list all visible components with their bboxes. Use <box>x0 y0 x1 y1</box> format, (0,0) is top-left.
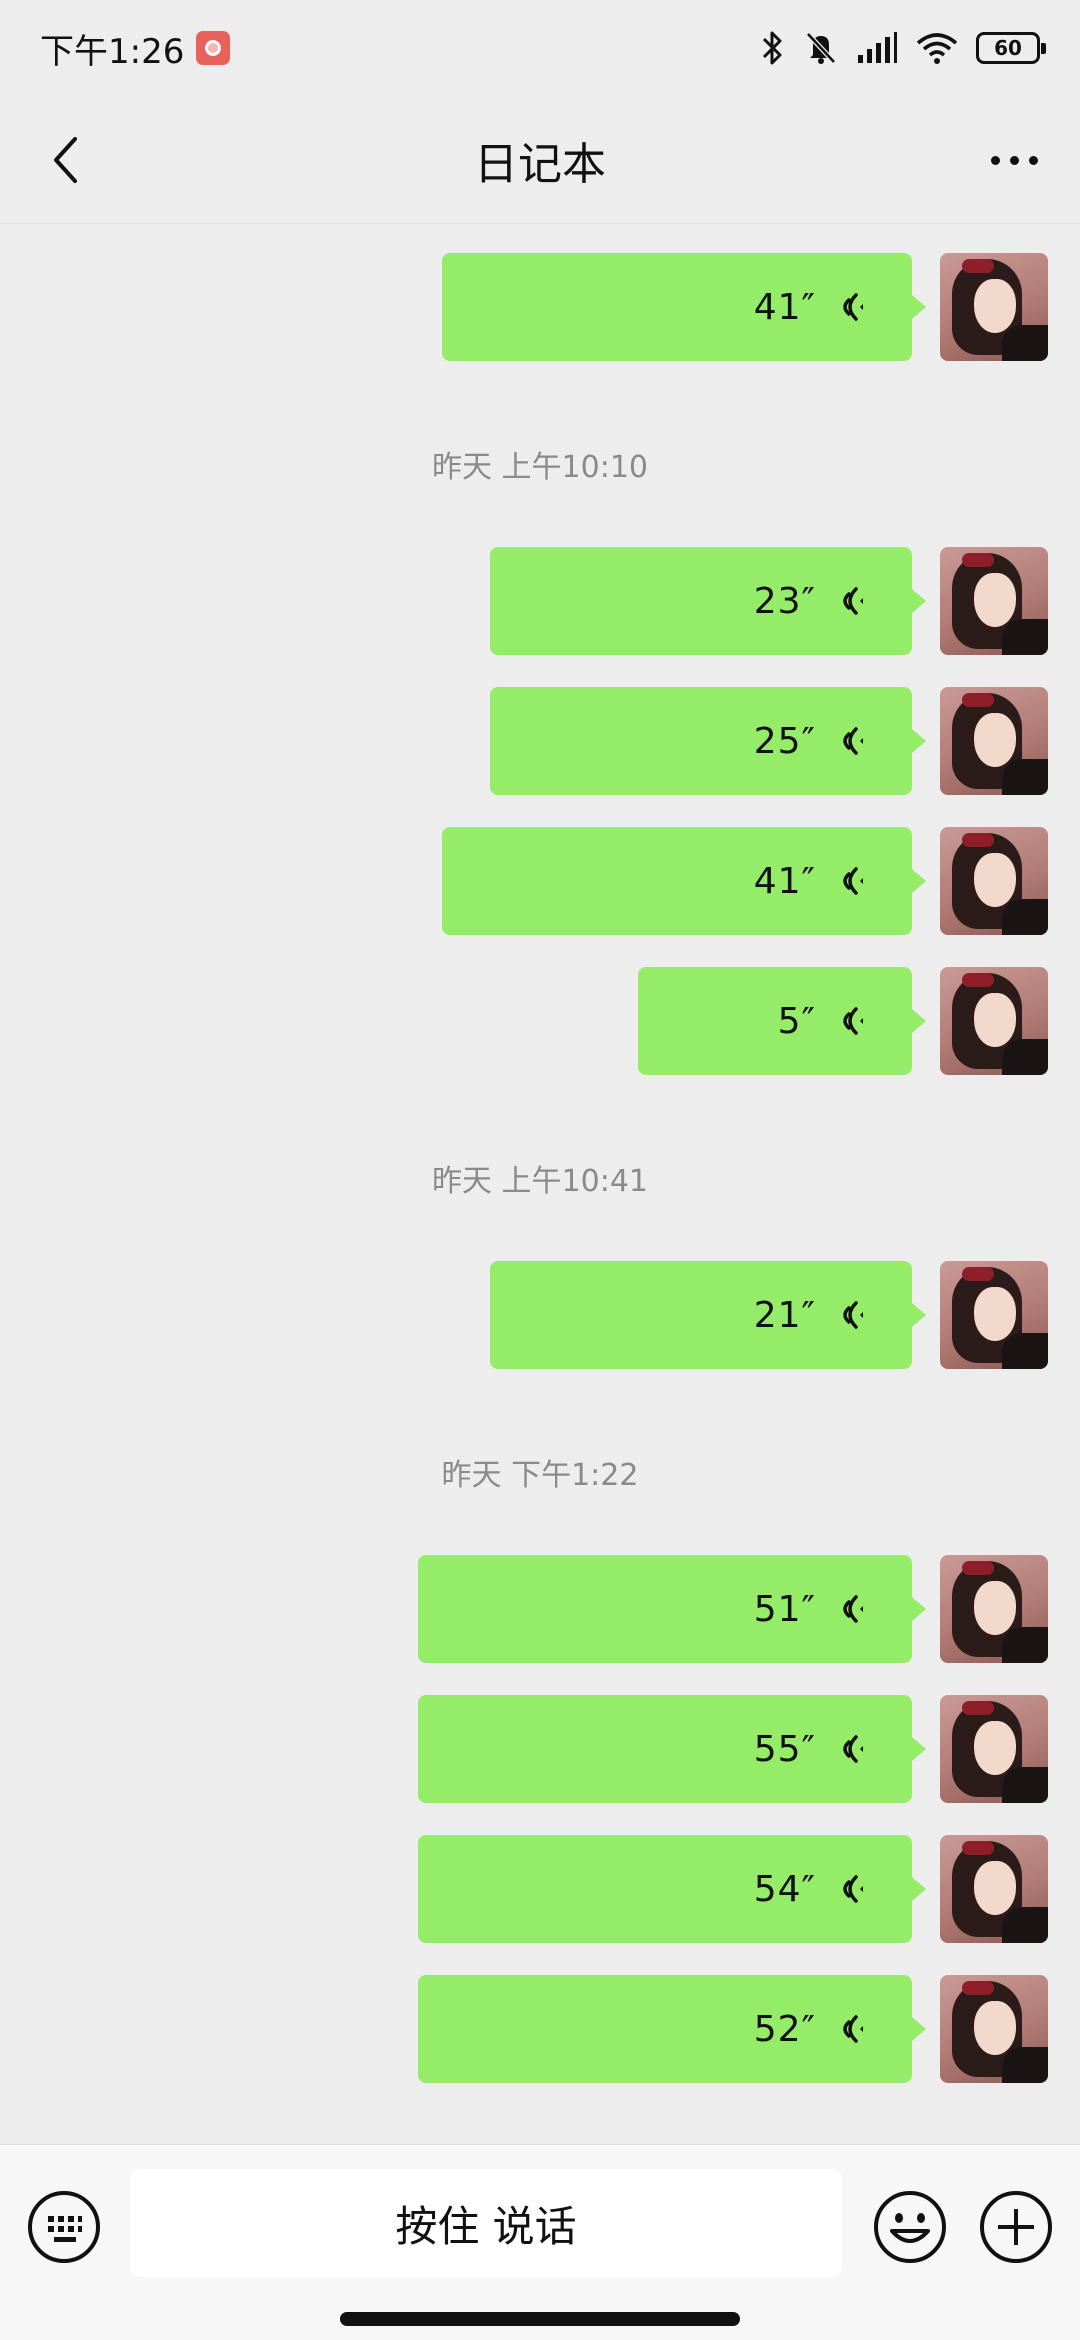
avatar[interactable] <box>940 1835 1048 1943</box>
message-row: 41″ <box>442 826 1048 936</box>
message-row: 21″ <box>490 1260 1048 1370</box>
voice-duration: 41″ <box>753 860 816 902</box>
status-right: 60 <box>760 30 1046 66</box>
message-row: 41″ <box>442 252 1048 362</box>
message-row: 52″ <box>418 1974 1048 2084</box>
status-time: 下午1:26 <box>40 31 185 72</box>
message-row: 54″ <box>418 1834 1048 1944</box>
voice-message-bubble[interactable]: 52″ <box>418 1975 926 2083</box>
voice-duration: 51″ <box>753 1588 816 1630</box>
voice-wave-icon <box>843 1875 863 1903</box>
message-row: 51″ <box>418 1554 1048 1664</box>
message-row: 55″ <box>418 1694 1048 1804</box>
voice-wave-icon <box>843 1007 863 1035</box>
avatar[interactable] <box>940 967 1048 1075</box>
voice-duration: 21″ <box>753 1294 816 1336</box>
back-button[interactable] <box>38 132 94 188</box>
chat-area[interactable]: 41″ 昨天 上午10:10 23″ 25″ 41″ 5″ 昨天 上午10:41… <box>0 224 1080 2144</box>
hold-to-talk-button[interactable]: 按住 说话 <box>130 2169 842 2277</box>
message-row: 5″ <box>638 966 1048 1076</box>
timestamp: 昨天 下午1:22 <box>441 1458 639 1493</box>
battery-level: 60 <box>994 36 1022 60</box>
battery-icon: 60 <box>976 32 1046 64</box>
keyboard-icon <box>28 2191 100 2263</box>
avatar[interactable] <box>940 1975 1048 2083</box>
voice-wave-icon <box>843 867 863 895</box>
emoji-button[interactable] <box>872 2189 948 2265</box>
voice-message-bubble[interactable]: 41″ <box>442 253 926 361</box>
bluetooth-icon <box>762 31 782 65</box>
more-functions-button[interactable] <box>978 2189 1054 2265</box>
voice-message-bubble[interactable]: 23″ <box>490 547 926 655</box>
avatar[interactable] <box>940 687 1048 795</box>
status-left: 下午1:26 <box>40 24 231 73</box>
avatar[interactable] <box>940 547 1048 655</box>
signal-icon <box>858 32 897 63</box>
timestamp: 昨天 上午10:10 <box>432 450 648 485</box>
status-bar: 下午1:26 60 <box>0 0 1080 96</box>
voice-message-bubble[interactable]: 51″ <box>418 1555 926 1663</box>
avatar[interactable] <box>940 253 1048 361</box>
voice-wave-icon <box>843 587 863 615</box>
avatar[interactable] <box>940 827 1048 935</box>
voice-message-bubble[interactable]: 41″ <box>442 827 926 935</box>
more-button[interactable] <box>978 132 1050 188</box>
voice-wave-icon <box>843 293 863 321</box>
more-dots-icon <box>990 155 1000 165</box>
mute-bell-icon <box>806 32 836 64</box>
home-indicator[interactable] <box>340 2312 740 2326</box>
wifi-icon <box>916 33 958 64</box>
voice-duration: 55″ <box>753 1728 816 1770</box>
avatar[interactable] <box>940 1261 1048 1369</box>
input-bar: 按住 说话 <box>0 2144 1080 2340</box>
voice-duration: 25″ <box>753 720 816 762</box>
voice-duration: 23″ <box>753 580 816 622</box>
voice-duration: 41″ <box>753 286 816 328</box>
voice-wave-icon <box>843 727 863 755</box>
recording-icon <box>196 31 231 65</box>
voice-duration: 54″ <box>753 1868 816 1910</box>
voice-message-bubble[interactable]: 54″ <box>418 1835 926 1943</box>
voice-wave-icon <box>843 2015 863 2043</box>
chevron-left-icon <box>54 137 77 183</box>
voice-duration: 52″ <box>753 2008 816 2050</box>
voice-wave-icon <box>843 1595 863 1623</box>
emoji-icon <box>874 2191 946 2263</box>
voice-message-bubble[interactable]: 25″ <box>490 687 926 795</box>
more-dots-icon <box>1028 155 1038 165</box>
message-row: 25″ <box>490 686 1048 796</box>
header: 日记本 <box>0 96 1080 224</box>
plus-icon <box>980 2191 1052 2263</box>
voice-duration: 5″ <box>777 1000 816 1042</box>
voice-message-bubble[interactable]: 21″ <box>490 1261 926 1369</box>
page-title: 日记本 <box>474 138 606 190</box>
message-row: 23″ <box>490 546 1048 656</box>
keyboard-toggle-button[interactable] <box>26 2189 102 2265</box>
avatar[interactable] <box>940 1695 1048 1803</box>
voice-wave-icon <box>843 1735 863 1763</box>
voice-wave-icon <box>843 1301 863 1329</box>
more-dots-icon <box>1009 155 1019 165</box>
voice-message-bubble[interactable]: 5″ <box>638 967 926 1075</box>
voice-message-bubble[interactable]: 55″ <box>418 1695 926 1803</box>
avatar[interactable] <box>940 1555 1048 1663</box>
timestamp: 昨天 上午10:41 <box>432 1164 648 1199</box>
